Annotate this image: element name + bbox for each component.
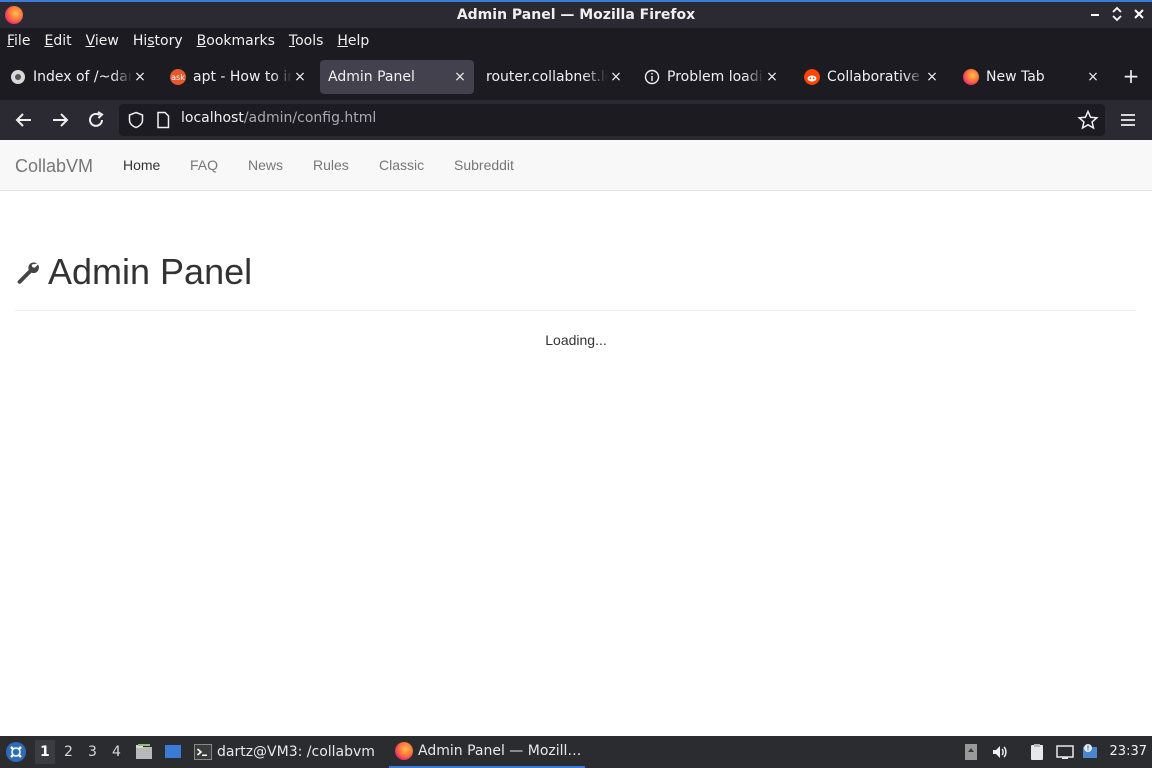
tab-label: New Tab xyxy=(986,69,1045,85)
menu-hamburger-icon[interactable] xyxy=(1118,110,1138,130)
url-text: localhost/admin/config.html xyxy=(181,110,377,126)
notification-icon[interactable] xyxy=(1081,743,1099,761)
terminal-icon xyxy=(194,744,212,760)
clock[interactable]: 23:37 xyxy=(1110,744,1147,759)
minimize-icon[interactable] xyxy=(1088,6,1102,22)
nav-home[interactable]: Home xyxy=(123,157,160,173)
tab-problem-loading[interactable]: Problem loading page × xyxy=(636,60,786,94)
close-tab-icon[interactable]: × xyxy=(452,69,468,85)
close-tab-icon[interactable]: × xyxy=(1085,69,1101,85)
forward-icon[interactable] xyxy=(48,108,72,132)
show-desktop-icon[interactable] xyxy=(164,743,182,761)
task-firefox[interactable]: Admin Panel — Mozill… xyxy=(389,736,585,768)
task-terminal[interactable]: dartz@VM3: /collabvm xyxy=(194,736,375,768)
header-divider xyxy=(15,310,1136,311)
nav-classic[interactable]: Classic xyxy=(379,157,424,173)
page-icon xyxy=(11,70,25,84)
reddit-icon xyxy=(804,69,820,85)
bookmark-star-icon[interactable] xyxy=(1077,109,1099,131)
maximize-icon[interactable] xyxy=(1110,6,1124,22)
volume-icon[interactable] xyxy=(991,743,1009,761)
page-header: Admin Panel xyxy=(15,248,252,296)
tab-new-tab[interactable]: New Tab × xyxy=(955,60,1107,94)
firefox-icon xyxy=(395,742,413,760)
menu-bar: File Edit View History Bookmarks Tools H… xyxy=(0,28,1152,54)
wrench-icon xyxy=(17,262,39,284)
firefox-icon xyxy=(963,69,979,85)
back-icon[interactable] xyxy=(12,108,36,132)
clipboard-icon[interactable] xyxy=(1028,743,1046,761)
page-info-icon[interactable] xyxy=(156,111,170,129)
menu-file[interactable]: File xyxy=(7,33,30,49)
tab-label: Admin Panel xyxy=(328,69,415,85)
tab-label: apt - How to install xyxy=(193,69,292,85)
workspace-3[interactable]: 3 xyxy=(88,744,97,760)
close-tab-icon[interactable]: × xyxy=(132,69,148,85)
nav-subreddit[interactable]: Subreddit xyxy=(454,157,514,173)
menu-history[interactable]: History xyxy=(133,33,183,49)
shield-icon[interactable] xyxy=(127,111,145,129)
start-menu-icon[interactable] xyxy=(5,741,27,763)
info-icon xyxy=(644,69,660,85)
tab-router-collabnet[interactable]: router.collabnet.local × xyxy=(478,60,630,94)
reload-icon[interactable] xyxy=(84,108,108,132)
window-title: Admin Panel — Mozilla Firefox xyxy=(456,7,696,23)
close-tab-icon[interactable]: × xyxy=(924,69,940,85)
nav-rules[interactable]: Rules xyxy=(313,157,349,173)
navigation-toolbar: localhost/admin/config.html xyxy=(0,100,1152,140)
site-navbar: CollabVM Home FAQ News Rules Classic Sub… xyxy=(0,140,1152,191)
nav-faq[interactable]: FAQ xyxy=(190,157,218,173)
tab-collaborative-vm[interactable]: Collaborative Virtual × xyxy=(796,60,946,94)
workspace-2[interactable]: 2 xyxy=(64,744,73,760)
menu-edit[interactable]: Edit xyxy=(44,33,71,49)
taskbar: 1 2 3 4 dartz@VM3: /collabvm Admin Panel… xyxy=(0,736,1152,768)
site-brand[interactable]: CollabVM xyxy=(15,156,93,177)
file-manager-icon[interactable] xyxy=(135,743,153,761)
network-icon[interactable] xyxy=(1056,743,1074,761)
tab-label: Collaborative Virtual xyxy=(827,69,924,85)
tab-index-of-dartz[interactable]: Index of /~dartz × xyxy=(2,60,154,94)
close-tab-icon[interactable]: × xyxy=(292,69,308,85)
loading-status: Loading... xyxy=(545,332,607,348)
tab-label: Index of /~dartz xyxy=(33,69,132,85)
firefox-icon xyxy=(5,6,23,24)
task-label: Admin Panel — Mozill… xyxy=(418,743,582,759)
tab-admin-panel[interactable]: Admin Panel × xyxy=(320,60,474,94)
tab-apt-install[interactable]: ask apt - How to install × xyxy=(162,60,314,94)
page-title: Admin Panel xyxy=(48,251,253,292)
removable-drive-icon[interactable] xyxy=(962,743,980,761)
new-tab-button[interactable]: + xyxy=(1122,66,1140,86)
workspace-1[interactable]: 1 xyxy=(40,744,50,760)
menu-tools[interactable]: Tools xyxy=(289,33,324,49)
nav-news[interactable]: News xyxy=(248,157,283,173)
workspace-4[interactable]: 4 xyxy=(112,744,121,760)
tab-label: router.collabnet.local xyxy=(486,69,608,85)
close-icon[interactable] xyxy=(1132,6,1146,22)
page-content: CollabVM Home FAQ News Rules Classic Sub… xyxy=(0,140,1152,736)
close-tab-icon[interactable]: × xyxy=(608,69,624,85)
window-controls xyxy=(1088,6,1146,22)
menu-bookmarks[interactable]: Bookmarks xyxy=(197,33,275,49)
url-bar[interactable]: localhost/admin/config.html xyxy=(119,104,1105,136)
close-tab-icon[interactable]: × xyxy=(764,69,780,85)
askubuntu-icon: ask xyxy=(170,69,186,85)
tab-label: Problem loading page xyxy=(667,69,764,85)
menu-help[interactable]: Help xyxy=(337,33,369,49)
window-titlebar: Admin Panel — Mozilla Firefox xyxy=(0,0,1152,28)
tab-strip: Index of /~dartz × ask apt - How to inst… xyxy=(0,54,1152,100)
menu-view[interactable]: View xyxy=(86,33,119,49)
task-label: dartz@VM3: /collabvm xyxy=(217,744,375,760)
